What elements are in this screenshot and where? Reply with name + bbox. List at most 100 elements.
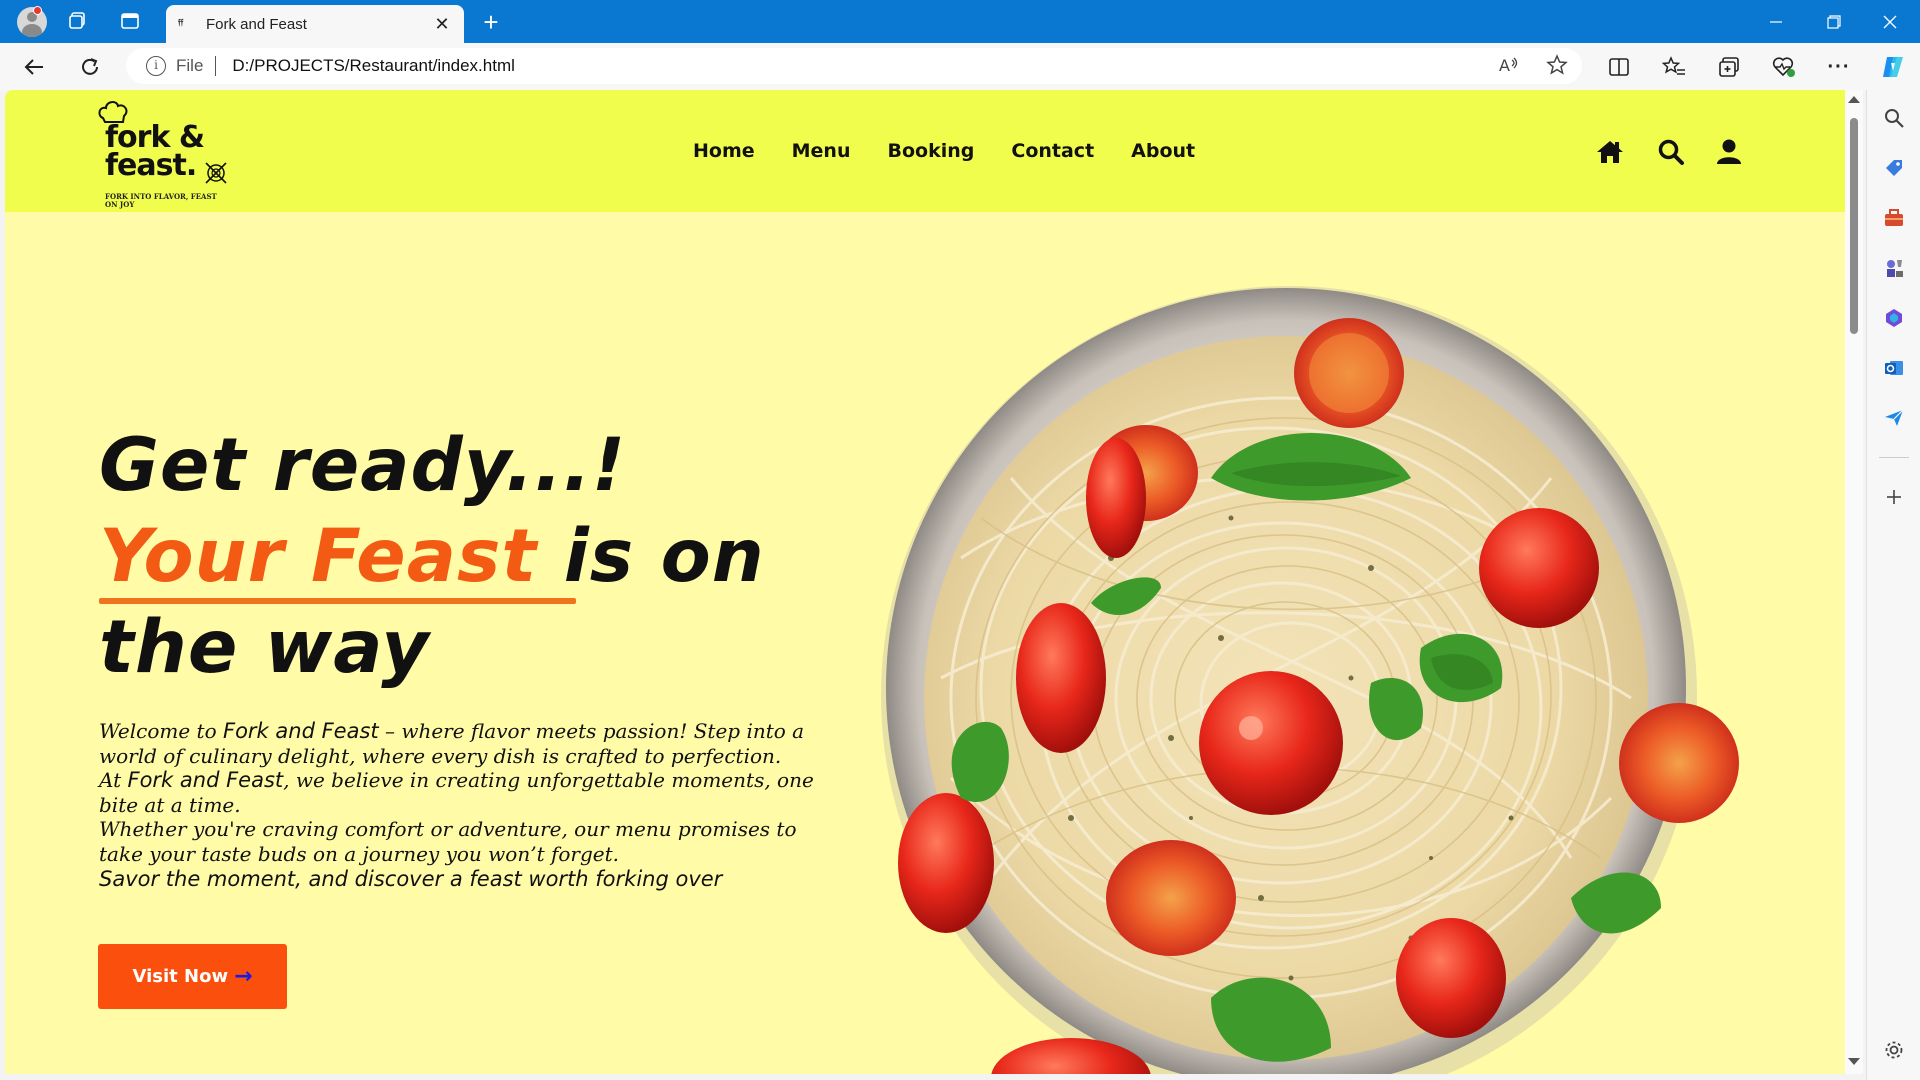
copilot-button[interactable] <box>1878 52 1908 82</box>
address-bar[interactable]: i File D:/PROJECTS/Restaurant/index.html… <box>126 48 1582 84</box>
address-prefix: File <box>176 56 204 75</box>
settings-more-button[interactable]: ··· <box>1824 52 1854 82</box>
sidebar-copilot365-button[interactable] <box>1882 306 1906 330</box>
site-logo[interactable]: fork & feast. FORK INTO FLAVOR, FEAST ON… <box>95 98 235 209</box>
main-nav: Home Menu Booking Contact About <box>693 90 1195 212</box>
site-info-icon[interactable]: i <box>146 56 166 76</box>
new-tab-button[interactable]: + <box>476 8 506 38</box>
collections-icon <box>1719 57 1739 77</box>
workspaces-icon <box>69 12 85 29</box>
logo-tagline: FORK INTO FLAVOR, FEAST ON JOY <box>105 192 217 209</box>
tab-close-icon[interactable]: ✕ <box>432 14 452 35</box>
para2-text-a: At <box>99 768 128 793</box>
hero-paragraph-2: At Fork and Feast, we believe in creatin… <box>99 768 819 817</box>
minimize-icon <box>1770 20 1782 23</box>
split-screen-button[interactable] <box>1604 52 1634 82</box>
nav-about[interactable]: About <box>1131 140 1195 162</box>
workspaces-button[interactable] <box>58 4 98 38</box>
page-viewport: fork & feast. FORK INTO FLAVOR, FEAST ON… <box>5 90 1845 1074</box>
copilot-icon <box>1883 57 1903 77</box>
minimize-button[interactable] <box>1748 0 1804 43</box>
close-window-button[interactable] <box>1862 0 1918 43</box>
tab-title: Fork and Feast <box>206 15 307 33</box>
browser-essentials-button[interactable] <box>1769 52 1799 82</box>
hero-title: Get ready...! Your Feast is on the way <box>99 420 765 693</box>
hero-title-line1: Get ready...! <box>99 423 627 508</box>
nav-menu[interactable]: Menu <box>792 140 851 162</box>
visit-now-label: Visit Now <box>132 966 229 987</box>
sidebar-shopping-button[interactable] <box>1882 156 1906 180</box>
avatar <box>17 6 47 37</box>
scroll-down-arrow-icon[interactable] <box>1848 1058 1860 1065</box>
vertical-tabs-button[interactable] <box>110 4 150 38</box>
nav-home[interactable]: Home <box>693 140 755 162</box>
nav-booking[interactable]: Booking <box>888 140 975 162</box>
sidebar-drop-button[interactable] <box>1882 406 1906 430</box>
url-text[interactable]: D:/PROJECTS/Restaurant/index.html <box>232 56 514 76</box>
chess-piece-icon <box>1887 260 1903 277</box>
sidebar-add-button[interactable] <box>1882 485 1906 509</box>
scroll-up-arrow-icon[interactable] <box>1848 96 1860 103</box>
sidebar-games-button[interactable] <box>1882 256 1906 280</box>
toolbox-icon <box>1885 209 1903 226</box>
gear-icon <box>1885 1041 1903 1059</box>
tab-actions-icon <box>121 13 139 29</box>
profile-button[interactable] <box>12 5 52 39</box>
pasta-bowl-image <box>881 286 1739 1074</box>
browser-titlebar: 𝔣𝔣 Fork and Feast ✕ + <box>0 0 1920 43</box>
para2-brand: Fork and Feast <box>127 768 284 793</box>
sidebar-search-button[interactable] <box>1882 106 1906 130</box>
refresh-icon <box>82 58 98 75</box>
tab-favicon-icon: 𝔣𝔣 <box>178 18 184 28</box>
nav-contact[interactable]: Contact <box>1011 140 1094 162</box>
notification-dot <box>33 6 42 15</box>
favorite-star-icon[interactable] <box>1546 54 1568 76</box>
back-arrow-icon <box>24 59 43 75</box>
edge-sidebar <box>1866 90 1920 1080</box>
user-icon[interactable] <box>1715 138 1743 166</box>
page-scrollbar[interactable] <box>1845 90 1863 1074</box>
para1-text-a: Welcome to <box>99 719 223 743</box>
favorites-list-icon <box>1662 56 1685 75</box>
shopping-tag-icon <box>1886 160 1902 176</box>
collections-button[interactable] <box>1714 52 1744 82</box>
hero-title-line2: Your Feast is on <box>99 511 765 602</box>
sidebar-outlook-button[interactable] <box>1882 356 1906 380</box>
refresh-button[interactable] <box>74 51 106 83</box>
address-separator <box>215 56 217 76</box>
sidebar-divider <box>1879 457 1909 458</box>
heart-pulse-icon <box>1772 57 1795 77</box>
para1-brand: Fork and Feast <box>223 719 379 743</box>
outlook-icon <box>1885 361 1903 375</box>
read-aloud-icon[interactable]: A <box>1498 54 1520 76</box>
close-icon <box>1883 15 1897 28</box>
svg-text:A: A <box>1499 56 1510 75</box>
send-plane-icon <box>1885 409 1904 426</box>
tab-active[interactable]: 𝔣𝔣 Fork and Feast ✕ <box>166 5 464 43</box>
sidebar-settings-button[interactable] <box>1882 1038 1906 1062</box>
split-screen-icon <box>1609 58 1629 76</box>
restore-button[interactable] <box>1806 0 1862 43</box>
more-icon: ··· <box>1827 55 1851 78</box>
hero-paragraph-3: Whether you're craving comfort or advent… <box>99 817 797 866</box>
hero-title-accent: Your Feast <box>99 514 564 599</box>
scrollbar-thumb[interactable] <box>1850 118 1858 334</box>
back-button[interactable] <box>18 51 50 83</box>
search-icon <box>1885 109 1904 128</box>
home-icon[interactable] <box>1596 138 1624 166</box>
hero-paragraph-4: Savor the moment, and discover a feast w… <box>99 866 723 891</box>
site-header: fork & feast. FORK INTO FLAVOR, FEAST ON… <box>5 90 1845 212</box>
visit-now-button[interactable]: Visit Now → <box>98 944 287 1009</box>
search-icon[interactable] <box>1657 138 1685 166</box>
hero-paragraph-1: Welcome to Fork and Feast – where flavor… <box>99 719 819 768</box>
plus-icon <box>1887 490 1901 504</box>
favorites-button[interactable] <box>1659 52 1689 82</box>
restore-icon <box>1827 14 1841 29</box>
fork-knife-icon <box>205 162 227 184</box>
sidebar-tools-button[interactable] <box>1882 206 1906 230</box>
hero-title-line2-rest: is on <box>563 514 765 599</box>
browser-toolbar: i File D:/PROJECTS/Restaurant/index.html… <box>0 43 1920 90</box>
arrow-right-icon: → <box>234 964 253 989</box>
logo-line2: feast. <box>105 148 197 183</box>
microsoft365-icon <box>1886 309 1902 327</box>
